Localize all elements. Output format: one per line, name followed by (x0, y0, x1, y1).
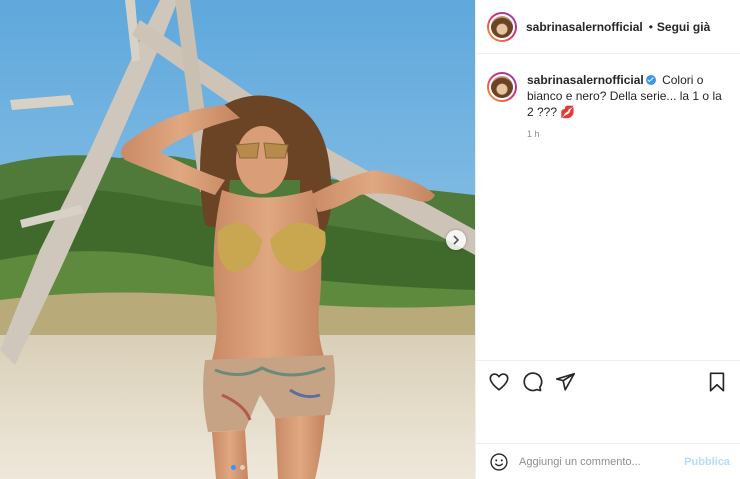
emoji-icon[interactable] (489, 452, 509, 472)
carousel-dot (239, 465, 245, 470)
chevron-right-icon (453, 235, 460, 245)
carousel-indicator (0, 465, 475, 470)
post-side-panel: sabrinasalernofficial • Segui già sabrin… (475, 0, 740, 479)
beach-photo-illustration (0, 0, 475, 479)
caption-username[interactable]: sabrinasalernofficial (527, 73, 644, 87)
caption-avatar[interactable] (487, 72, 517, 102)
comment-icon[interactable] (521, 371, 543, 393)
bookmark-icon[interactable] (706, 371, 728, 393)
instagram-post: sabrinasalernofficial • Segui già sabrin… (0, 0, 740, 479)
header-separator: • (648, 19, 653, 34)
avatar[interactable] (487, 11, 517, 42)
caption: sabrinasalernofficial Colori o bianco e … (476, 54, 740, 142)
header-username[interactable]: sabrinasalernofficial (526, 20, 643, 34)
action-bar (476, 360, 740, 402)
following-button[interactable]: Segui già (657, 20, 710, 34)
send-icon[interactable] (554, 371, 576, 393)
publish-button[interactable]: Pubblica (684, 456, 730, 468)
heart-icon[interactable] (488, 371, 510, 393)
comment-box: Pubblica (476, 443, 740, 479)
post-header: sabrinasalernofficial • Segui già (476, 0, 740, 54)
verified-badge-icon (645, 75, 656, 85)
comment-input[interactable] (519, 455, 669, 468)
carousel-dot (230, 465, 236, 470)
carousel-next-button[interactable] (446, 230, 466, 250)
post-timestamp[interactable]: 1 h (527, 126, 727, 142)
post-photo[interactable] (0, 0, 475, 479)
